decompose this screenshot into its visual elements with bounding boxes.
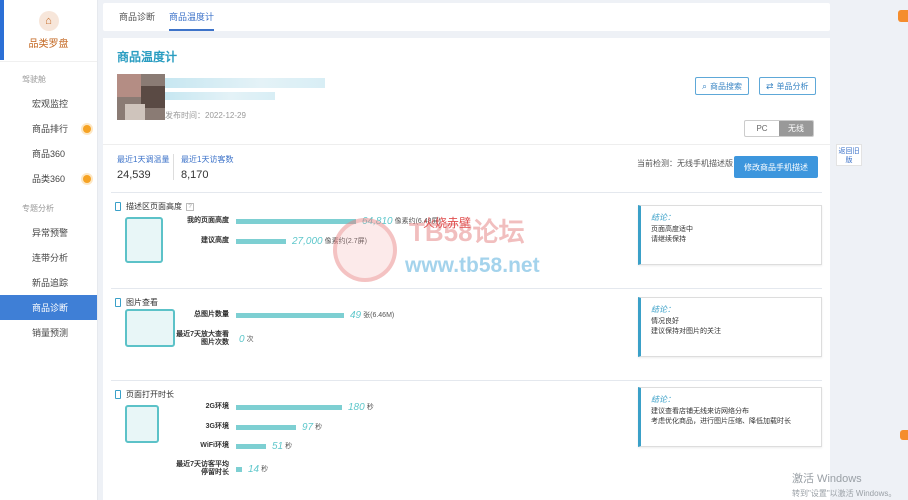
product-title-redacted xyxy=(165,92,275,100)
image-icon xyxy=(125,309,175,347)
phone-icon xyxy=(115,390,121,399)
sidebar-edge-marker xyxy=(0,0,4,60)
sidebar-item-category-360[interactable]: 品类360 xyxy=(0,166,97,191)
conclusion-box: 结论： 情况良好 建议保持对图片的关注 xyxy=(638,297,822,357)
sidebar-item-product-diagnosis[interactable]: 商品诊断 xyxy=(0,295,97,320)
metric-bar xyxy=(236,218,356,224)
assistant-icon[interactable] xyxy=(900,430,908,440)
brand-name: 品类罗盘 xyxy=(28,39,69,50)
publish-date: 发布时间：2022-12-29 xyxy=(165,111,246,120)
metric-bar xyxy=(236,404,342,410)
section-title: 页面打开时长 xyxy=(115,389,174,400)
assistant-icon[interactable] xyxy=(898,10,908,22)
sidebar-group-label: 专题分析 xyxy=(22,204,54,213)
tab-product-diagnosis[interactable]: 商品诊断 xyxy=(119,3,155,31)
document-icon xyxy=(125,217,163,263)
help-icon[interactable]: ? xyxy=(186,202,194,211)
section-page-load-time: 页面打开时长 2G环境 180 秒 3G环境 97 秒 WiFi环境 51 秒 … xyxy=(111,380,822,500)
sidebar-item-product-ranking[interactable]: 商品排行 xyxy=(0,116,97,141)
single-product-analysis-button[interactable]: ⇄ 单品分析 xyxy=(759,77,816,95)
device-option-pc[interactable]: PC xyxy=(745,121,779,136)
metric-bar xyxy=(236,424,296,430)
section-page-height: 描述区页面高度 ? 我的页面高度 64,810 像素约(6.48屏) 建议高度 … xyxy=(111,192,822,288)
brand-icon: ⌂ xyxy=(38,11,59,31)
conclusion-box: 结论： 页面高度适中 请继续保持 xyxy=(638,205,822,265)
sidebar: ⌂ 品类罗盘 驾驶舱 宏观监控 商品排行 商品360 品类360 专题分析 异常… xyxy=(0,0,98,500)
metric-row: 2G环境 180 秒 xyxy=(205,401,374,413)
metric-row: 3G环境 97 秒 xyxy=(205,421,323,433)
section-title: 描述区页面高度 ? xyxy=(115,201,194,212)
metric-row: 最近7天放大查看图片次数 0 次 xyxy=(176,331,254,346)
stat-label: 最近1天调温量 xyxy=(117,155,170,164)
brand[interactable]: ⌂ 品类罗盘 xyxy=(0,0,97,62)
clock-icon xyxy=(125,405,159,443)
metric-row: WiFi环境 51 秒 xyxy=(200,440,293,452)
metric-row: 总图片数量 49 张(6.46M) xyxy=(194,309,395,321)
tab-bar: 商品诊断 商品温度计 xyxy=(103,3,830,31)
product-search-button[interactable]: ⌕ 商品搜索 xyxy=(695,77,750,95)
sidebar-item-label: 品类360 xyxy=(32,174,66,184)
main-panel: 商品温度计 发布时间：2022-12-29 ⌕ 商品搜索 ⇄ 单品分析 PC 无线 … xyxy=(103,38,830,500)
device-toggle: PC 无线 xyxy=(744,120,814,137)
section-image-view: 图片查看 总图片数量 49 张(6.46M) 最近7天放大查看图片次数 0 次 … xyxy=(111,288,822,384)
stat-temperature: 最近1天调温量 24,539 xyxy=(117,154,169,181)
product-thumbnail[interactable] xyxy=(117,74,165,120)
metric-bar xyxy=(236,443,266,449)
page-title: 商品温度计 xyxy=(117,50,178,64)
modify-mobile-description-button[interactable]: 修改商品手机描述 xyxy=(734,156,818,178)
notification-dot-icon xyxy=(83,124,91,133)
sidebar-item-association-analysis[interactable]: 连带分析 xyxy=(0,245,97,270)
windows-activation-watermark: 激活 Windows 转到"设置"以激活 Windows。 xyxy=(792,473,897,498)
phone-icon xyxy=(115,202,121,211)
notification-dot-icon xyxy=(83,174,91,183)
stat-label: 最近1天访客数 xyxy=(181,155,234,164)
divider xyxy=(173,154,174,180)
sidebar-item-product-360[interactable]: 商品360 xyxy=(0,141,97,166)
stat-value: 24,539 xyxy=(117,169,151,181)
phone-icon xyxy=(115,298,121,307)
sidebar-item-new-product-tracking[interactable]: 新品追踪 xyxy=(0,270,97,295)
sidebar-group-label: 驾驶舱 xyxy=(22,75,46,84)
conclusion-box: 结论： 建议查看店铺无线来访网络分布 考虑优化商品，进行图片压缩、降低加载时长 xyxy=(638,387,822,447)
metric-bar xyxy=(236,466,242,472)
back-to-old-version-button[interactable]: 返回旧版 xyxy=(836,144,862,166)
tab-product-thermometer[interactable]: 商品温度计 xyxy=(169,3,215,31)
metric-row: 我的页面高度 64,810 像素约(6.48屏) xyxy=(187,215,441,227)
stat-value: 8,170 xyxy=(181,169,209,181)
metric-row: 最近7天访客平均停留时长 14 秒 xyxy=(176,461,269,476)
metric-row: 建议高度 27,000 像素约(2.7屏) xyxy=(201,235,367,247)
section-title: 图片查看 xyxy=(115,297,158,308)
metric-bar xyxy=(236,238,286,244)
sidebar-item-sales-forecast[interactable]: 销量预测 xyxy=(0,320,97,345)
detection-status: 当前检测：无线手机描述版 xyxy=(637,159,733,168)
divider xyxy=(103,144,830,145)
metric-bar xyxy=(236,312,344,318)
stat-visitors: 最近1天访客数 8,170 xyxy=(181,154,233,181)
sidebar-item-anomaly-alert[interactable]: 异常预警 xyxy=(0,220,97,245)
swap-icon: ⇄ xyxy=(766,80,774,91)
device-option-wireless[interactable]: 无线 xyxy=(779,121,813,136)
sidebar-item-label: 商品排行 xyxy=(32,124,69,134)
sidebar-item-macro-monitor[interactable]: 宏观监控 xyxy=(0,91,97,116)
search-icon: ⌕ xyxy=(702,80,708,91)
product-title-redacted xyxy=(165,78,325,88)
